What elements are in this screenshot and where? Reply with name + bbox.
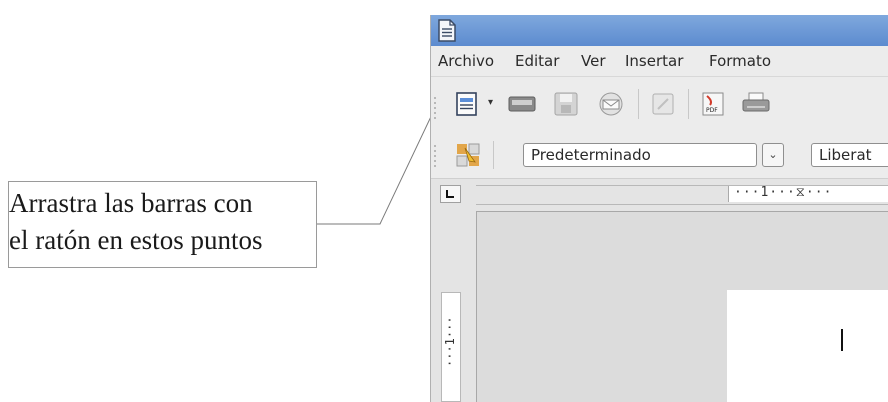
- tab-stop-icon[interactable]: [440, 185, 461, 203]
- toolbar-grip-handle[interactable]: [434, 145, 438, 170]
- toolbar-separator: [638, 89, 639, 119]
- pdf-export-icon[interactable]: PDF: [701, 91, 725, 117]
- edit-file-icon[interactable]: [651, 92, 675, 116]
- print-icon[interactable]: [741, 91, 771, 117]
- svg-text:PDF: PDF: [706, 107, 718, 114]
- font-name-combo[interactable]: Liberat: [811, 143, 888, 167]
- text-cursor: [841, 329, 843, 351]
- document-canvas[interactable]: [476, 211, 888, 402]
- save-icon[interactable]: [553, 91, 579, 117]
- toolbar-separator: [493, 141, 494, 169]
- toolbar-separator: [688, 89, 689, 119]
- horizontal-ruler-marks: ···1···⧖···: [734, 185, 833, 200]
- vertical-ruler-marks: ···1···: [443, 316, 457, 367]
- document-area: ···1···⧖··· ···1···: [431, 179, 888, 402]
- formatting-toolbar: Predeterminado ⌄ Liberat: [431, 133, 888, 179]
- paragraph-style-combo[interactable]: Predeterminado: [523, 143, 757, 167]
- callout-line-1: Arrastra las barras con: [9, 188, 253, 218]
- title-bar: [431, 15, 888, 46]
- menu-insertar[interactable]: Insertar: [625, 52, 683, 70]
- callout-line-2: el ratón en estos puntos: [9, 225, 263, 255]
- menu-archivo[interactable]: Archivo: [438, 52, 494, 70]
- open-icon[interactable]: [507, 95, 537, 113]
- chevron-down-icon[interactable]: ⌄: [762, 143, 784, 167]
- new-document-icon[interactable]: [455, 91, 479, 117]
- horizontal-ruler[interactable]: ···1···⧖···: [476, 185, 888, 205]
- email-icon[interactable]: [596, 91, 626, 117]
- callout-box: Arrastra las barras con el ratón en esto…: [8, 181, 317, 268]
- styles-icon[interactable]: [455, 142, 481, 168]
- menu-ver[interactable]: Ver: [581, 52, 606, 70]
- menu-editar[interactable]: Editar: [515, 52, 559, 70]
- writer-window: Archivo Editar Ver Insertar Formato ▾ PD…: [430, 15, 888, 402]
- menu-formato[interactable]: Formato: [709, 52, 771, 70]
- document-page[interactable]: [727, 290, 888, 402]
- vertical-ruler[interactable]: ···1···: [441, 292, 461, 402]
- callout-text: Arrastra las barras con el ratón en esto…: [9, 185, 262, 259]
- toolbar-grip-handle[interactable]: [434, 97, 438, 122]
- document-icon[interactable]: [436, 19, 458, 42]
- menu-bar: Archivo Editar Ver Insertar Formato: [431, 46, 888, 77]
- standard-toolbar: ▾ PDF: [431, 77, 888, 133]
- new-dropdown-arrow-icon[interactable]: ▾: [488, 97, 493, 108]
